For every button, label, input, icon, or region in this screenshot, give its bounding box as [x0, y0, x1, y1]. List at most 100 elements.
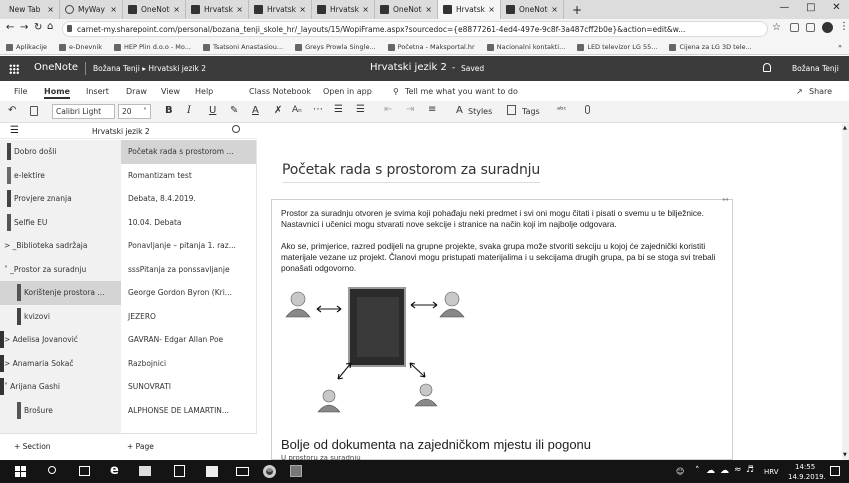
add-section-button[interactable]: + Section: [14, 442, 51, 451]
page-item[interactable]: SUNOVRATI: [121, 375, 256, 399]
section-item[interactable]: Dobro došli: [0, 140, 121, 164]
reload-icon[interactable]: ↻: [34, 22, 42, 33]
format-painter-icon[interactable]: Aₙ: [292, 105, 302, 115]
tab-draw[interactable]: Draw: [126, 87, 147, 96]
align-icon[interactable]: ≡: [428, 104, 436, 115]
browser-tab[interactable]: MyWay ×: [60, 0, 123, 19]
bookmark-item[interactable]: Greys Prowla Single...: [295, 43, 376, 51]
app-name[interactable]: OneNote: [34, 62, 78, 73]
bookmark-item[interactable]: Nacionalni kontakti...: [486, 43, 565, 51]
tab-insert[interactable]: Insert: [86, 87, 109, 96]
new-tab-button[interactable]: +: [572, 3, 582, 17]
collaboration-diagram[interactable]: [285, 285, 505, 420]
people-icon[interactable]: ☺: [676, 467, 684, 476]
font-name-select[interactable]: Calibri Light: [52, 104, 115, 119]
bookmarks-more[interactable]: »: [838, 42, 842, 50]
minimize-icon[interactable]: —: [779, 2, 789, 17]
word-icon[interactable]: [206, 466, 218, 477]
spelling-icon[interactable]: ᵃᵇᶜ: [557, 105, 567, 114]
tab-open-in-app[interactable]: Open in app: [323, 87, 372, 96]
browser-tab[interactable]: New Tab ×: [0, 0, 60, 19]
language-indicator[interactable]: HRV: [764, 468, 779, 476]
close-tab-icon[interactable]: ×: [425, 5, 432, 14]
undo-icon[interactable]: ↶: [8, 105, 16, 116]
clipboard-icon[interactable]: [30, 106, 38, 116]
maximize-icon[interactable]: □: [806, 2, 815, 17]
clock-time[interactable]: 14:55: [795, 463, 815, 471]
mail-icon[interactable]: [236, 467, 249, 476]
page-item[interactable]: Debata, 8.4.2019.: [121, 187, 256, 211]
page-item[interactable]: George Gordon Byron (Kri...: [121, 281, 256, 305]
url-input[interactable]: carnet-my.sharepoint.com/personal/bozana…: [62, 21, 768, 37]
close-tab-icon[interactable]: ×: [110, 5, 117, 14]
share-button[interactable]: Share: [809, 87, 832, 96]
close-tab-icon[interactable]: ×: [299, 5, 306, 14]
section-item[interactable]: kvizovi: [0, 305, 121, 329]
italic-button[interactable]: I: [187, 105, 191, 116]
wifi-icon[interactable]: ≈: [734, 465, 742, 475]
browser-tab[interactable]: Hrvatski jez×: [312, 0, 375, 19]
font-color-icon[interactable]: A: [252, 105, 259, 116]
bookmark-item[interactable]: LED televizor LG 55...: [577, 43, 657, 51]
tray-chevron-icon[interactable]: ˄: [695, 466, 700, 476]
chrome-icon[interactable]: [263, 465, 276, 478]
back-icon[interactable]: ←: [6, 22, 14, 33]
close-tab-icon[interactable]: ×: [551, 5, 558, 14]
page-item[interactable]: GAVRAN- Edgar Allan Poe: [121, 328, 256, 352]
search-icon[interactable]: [232, 125, 240, 133]
section-item[interactable]: Brošure: [0, 399, 121, 423]
extension-icon[interactable]: [790, 23, 799, 32]
browser-tab[interactable]: OneNote×: [123, 0, 186, 19]
browser-tab[interactable]: Hrvatski jez×: [438, 0, 501, 19]
page-item[interactable]: Romantizam test: [121, 164, 256, 188]
onedrive-icon[interactable]: ☁: [720, 466, 729, 476]
windows-start-icon[interactable]: [15, 466, 26, 477]
paragraph-1[interactable]: Prostor za suradnju otvoren je svima koj…: [281, 208, 731, 230]
page-item[interactable]: Početak rada s prostorom ...: [121, 140, 256, 164]
section-item[interactable]: ˅ _Prostor za suradnju: [0, 258, 121, 282]
close-window-icon[interactable]: ✕: [832, 2, 840, 17]
numbered-list-icon[interactable]: ☰: [356, 104, 365, 115]
bookmark-item[interactable]: Početna - Maksportal.hr: [387, 43, 475, 51]
outdent-icon[interactable]: ⇤: [384, 104, 392, 115]
scroll-down-icon[interactable]: ▼: [843, 452, 847, 458]
extension-icon-2[interactable]: [806, 23, 815, 32]
forward-icon[interactable]: →: [20, 22, 28, 33]
tab-class-notebook[interactable]: Class Notebook: [249, 87, 311, 96]
bookmark-item[interactable]: e-Dnevnik: [59, 43, 102, 51]
close-tab-icon[interactable]: ×: [488, 5, 495, 14]
bookmark-item[interactable]: HEP Plin d.o.o - Mo...: [114, 43, 191, 51]
tab-home[interactable]: Home: [44, 87, 70, 99]
breadcrumb[interactable]: Božana Tenji ▸ Hrvatski jezik 2: [93, 64, 206, 73]
tab-file[interactable]: File: [14, 87, 27, 96]
section-item[interactable]: ˅ Arijana Gashi: [0, 375, 121, 399]
section-item[interactable]: > Adelisa Jovanović: [0, 328, 121, 352]
task-view-icon[interactable]: [79, 466, 90, 476]
tags-dropdown[interactable]: Tags: [522, 107, 540, 116]
section-item[interactable]: e-lektire: [0, 164, 121, 188]
paragraph-2[interactable]: Ako se, primjerice, razred podijeli na g…: [281, 241, 731, 274]
page-item[interactable]: 10.04. Debata: [121, 211, 256, 235]
bookmark-star-icon[interactable]: ☆: [772, 22, 781, 33]
browser-tab[interactable]: OneNote C×: [501, 0, 564, 19]
notebook-name[interactable]: Hrvatski jezik 2: [92, 127, 150, 136]
close-tab-icon[interactable]: ×: [47, 5, 54, 14]
container-handle[interactable]: ↔: [722, 195, 729, 204]
tab-view[interactable]: View: [161, 87, 180, 96]
onenote-taskbar-icon[interactable]: [290, 465, 302, 477]
page-item[interactable]: Ponavljanje – pitanja 1. raz...: [121, 234, 256, 258]
add-page-button[interactable]: + Page: [127, 442, 154, 451]
menu-icon[interactable]: ⋮: [839, 21, 849, 32]
profile-avatar[interactable]: [822, 22, 833, 33]
nav-toggle-icon[interactable]: ☰: [10, 125, 19, 136]
notification-icon[interactable]: [830, 466, 840, 476]
underline-button[interactable]: U: [209, 105, 216, 116]
bell-icon[interactable]: [763, 63, 771, 72]
indent-icon[interactable]: ⇥: [406, 104, 414, 115]
tell-me-input[interactable]: Tell me what you want to do: [405, 87, 518, 96]
highlight-icon[interactable]: ✎: [230, 105, 238, 116]
close-tab-icon[interactable]: ×: [173, 5, 180, 14]
tab-help[interactable]: Help: [195, 87, 213, 96]
dictate-icon[interactable]: [585, 105, 590, 114]
store-icon[interactable]: [174, 465, 185, 477]
